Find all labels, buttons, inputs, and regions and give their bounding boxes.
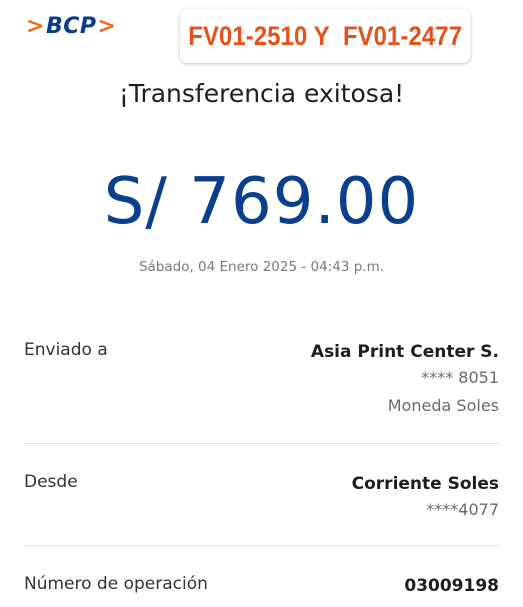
divider bbox=[24, 443, 499, 444]
logo-chevron-right-icon: > bbox=[97, 14, 117, 39]
divider bbox=[24, 545, 499, 546]
transfer-datetime: Sábado, 04 Enero 2025 - 04:43 p.m. bbox=[138, 259, 385, 275]
operation-row: Número de operación 03009198 bbox=[24, 574, 499, 604]
from-row: Desde Corriente Soles ****4077 bbox=[24, 472, 499, 532]
invoice-stamp-label: FV01-2510 Y FV01-2477 bbox=[180, 9, 471, 63]
recipient-currency: Moneda Soles bbox=[387, 396, 499, 415]
operation-label: Número de operación bbox=[24, 574, 208, 594]
source-account: ****4077 bbox=[426, 500, 499, 519]
from-values: Corriente Soles ****4077 bbox=[352, 472, 499, 524]
success-title: ¡Transferencia exitosa! bbox=[118, 79, 405, 108]
transfer-amount: S/ 769.00 bbox=[103, 165, 420, 239]
logo-text: BCP bbox=[45, 14, 97, 39]
recipient-account: **** 8051 bbox=[421, 368, 499, 387]
logo-chevron-left-icon: > bbox=[26, 14, 45, 39]
sent-to-values: Asia Print Center S. **** 8051 Moneda So… bbox=[311, 340, 499, 420]
source-account-type: Corriente Soles bbox=[351, 474, 499, 494]
sent-to-row: Enviado a Asia Print Center S. **** 8051… bbox=[24, 340, 499, 430]
bcp-logo: > BCP > bbox=[26, 14, 116, 39]
operation-values: 03009198 bbox=[404, 574, 499, 598]
from-label: Desde bbox=[24, 472, 78, 492]
recipient-name: Asia Print Center S. bbox=[310, 342, 499, 362]
sent-to-label: Enviado a bbox=[24, 340, 108, 360]
operation-number: 03009198 bbox=[404, 576, 499, 596]
